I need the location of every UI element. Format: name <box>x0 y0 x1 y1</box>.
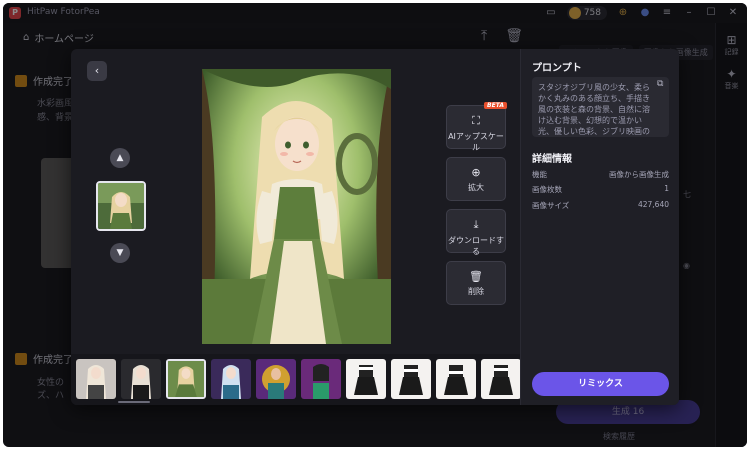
prompt-text[interactable]: スタジオジブリ風の少女、柔らかく丸みのある顔立ち、手描き風の衣装と森の背景、自然… <box>532 77 669 137</box>
image-detail-modal: ‹ ▲ ▼ BETA ⛶ AIアップスケール ⊕ 拡大 ⤓ ダウンロードする 🗑… <box>71 49 679 405</box>
action-label: ダウンロードする <box>448 236 504 256</box>
detail-row-count: 画像枚数 1 <box>532 184 669 195</box>
strip-thumbnail[interactable] <box>256 359 296 399</box>
upscale-icon: ⛶ <box>472 114 480 127</box>
action-label: AIアップスケール <box>448 132 504 152</box>
strip-thumbnail[interactable] <box>481 359 521 399</box>
zoom-in-icon: ⊕ <box>471 166 481 179</box>
zoom-button[interactable]: ⊕ 拡大 <box>446 157 506 201</box>
girl-portrait-thumb <box>98 183 144 229</box>
details-title: 詳細情報 <box>532 154 572 165</box>
trash-icon: 🗑 <box>469 270 483 283</box>
ghibli-girl-illustration <box>202 69 391 344</box>
detail-value: 1 <box>664 184 669 193</box>
detail-label: 画像枚数 <box>532 185 562 194</box>
strip-thumbnail[interactable] <box>346 359 386 399</box>
detail-value: 画像から画像生成 <box>609 170 669 179</box>
previous-image-button[interactable]: ▲ <box>110 148 130 168</box>
detail-label: 機能 <box>532 170 547 179</box>
download-icon: ⤓ <box>473 218 479 231</box>
action-label: 拡大 <box>468 183 484 192</box>
detail-label: 画像サイズ <box>532 201 570 210</box>
current-thumbnail[interactable] <box>96 181 146 231</box>
prompt-title: プロンプト <box>532 63 582 74</box>
chevron-left-icon: ‹ <box>94 64 100 77</box>
info-panel: プロンプト スタジオジブリ風の少女、柔らかく丸みのある顔立ち、手描き風の衣装と森… <box>520 49 679 405</box>
detail-row-size: 画像サイズ 427,640 <box>532 200 669 211</box>
generated-image[interactable] <box>202 69 391 344</box>
strip-thumbnail-selected[interactable] <box>166 359 206 399</box>
copy-icon[interactable]: ⧉ <box>657 79 663 89</box>
strip-scrollbar[interactable] <box>118 401 150 403</box>
strip-thumbnail[interactable] <box>391 359 431 399</box>
beta-badge: BETA <box>484 102 507 109</box>
delete-button[interactable]: 🗑 削除 <box>446 261 506 305</box>
strip-thumbnail[interactable] <box>301 359 341 399</box>
strip-thumbnail[interactable] <box>121 359 161 399</box>
thumbnail-strip <box>71 354 521 405</box>
remix-button[interactable]: リミックス <box>532 372 669 396</box>
chevron-down-icon: ▼ <box>116 248 124 258</box>
detail-value: 427,640 <box>637 200 669 209</box>
next-image-button[interactable]: ▼ <box>110 243 130 263</box>
action-label: 削除 <box>468 287 484 296</box>
detail-row-function: 機能 画像から画像生成 <box>532 169 669 180</box>
chevron-up-icon: ▲ <box>116 153 124 163</box>
strip-thumbnail[interactable] <box>211 359 251 399</box>
download-button[interactable]: ⤓ ダウンロードする <box>446 209 506 256</box>
back-button[interactable]: ‹ <box>87 61 107 81</box>
ai-upscale-button[interactable]: BETA ⛶ AIアップスケール <box>446 102 507 152</box>
strip-thumbnail[interactable] <box>436 359 476 399</box>
strip-thumbnail[interactable] <box>76 359 116 399</box>
